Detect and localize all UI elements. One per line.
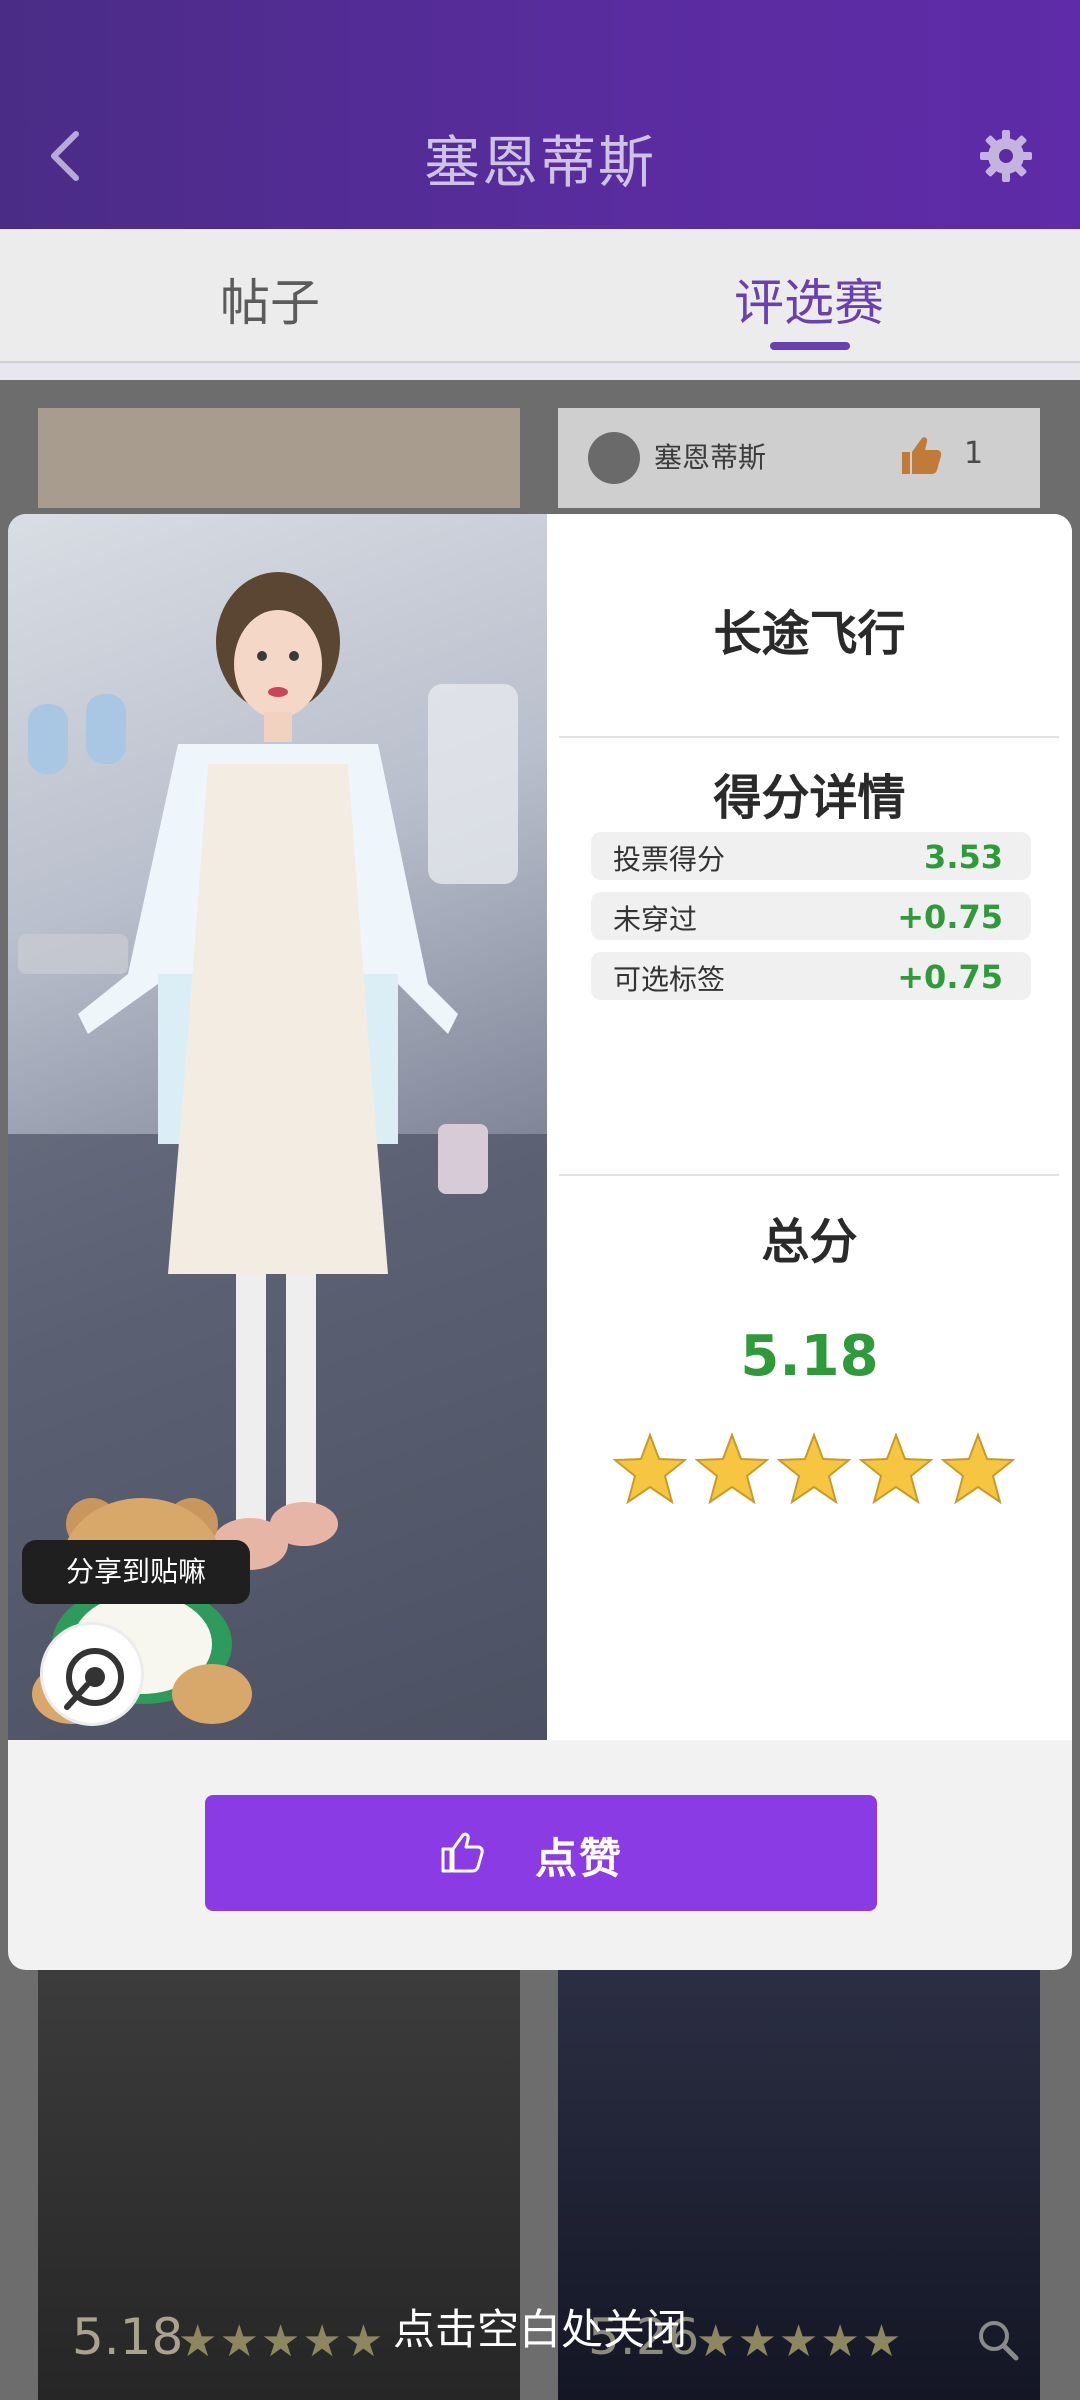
score-row-value: +0.75 xyxy=(897,898,1003,936)
thumbs-up-icon xyxy=(441,1832,484,1873)
score-detail-heading: 得分详情 xyxy=(713,770,906,826)
score-row-unworn: 未穿过 +0.75 xyxy=(591,892,1031,940)
score-detail-dialog: 分享到贴嘛 长途飞行 得分详情 投票得分 3.53 未穿过 +0.75 可选标签… xyxy=(8,514,1072,1970)
like-button-label: 点赞 xyxy=(535,1834,624,1883)
star-icon xyxy=(859,1432,933,1505)
total-score-heading: 总分 xyxy=(761,1214,858,1270)
star-icon xyxy=(777,1432,851,1505)
tab-bar: 帖子 评选赛 xyxy=(0,229,1080,363)
avatar xyxy=(588,432,640,484)
card-username: 塞恩蒂斯 xyxy=(654,441,767,474)
like-count: 1 xyxy=(964,436,984,471)
star-icon xyxy=(613,1432,687,1505)
close-hint: 点击空白处关闭 xyxy=(392,2305,687,2354)
outfit-image: 分享到贴嘛 xyxy=(8,514,547,1740)
score-row-value: +0.75 xyxy=(897,958,1003,996)
score-row-optional-tags: 可选标签 +0.75 xyxy=(591,952,1031,1000)
thumbs-up-icon[interactable] xyxy=(896,432,944,480)
share-button[interactable] xyxy=(40,1622,144,1726)
score-row-votes: 投票得分 3.53 xyxy=(591,832,1031,880)
divider xyxy=(559,1174,1059,1176)
top-bar: 塞恩蒂斯 xyxy=(0,0,1080,229)
star-icon xyxy=(941,1432,1015,1505)
gear-icon[interactable] xyxy=(978,128,1034,184)
tab-active-indicator xyxy=(770,342,850,350)
tab-posts[interactable]: 帖子 xyxy=(220,263,320,335)
tab-contest[interactable]: 评选赛 xyxy=(734,263,884,335)
entry-card-right[interactable]: 塞恩蒂斯 1 xyxy=(558,408,1040,508)
entry-card-left[interactable] xyxy=(38,408,520,508)
total-score-value: 5.18 xyxy=(740,1324,879,1389)
star-icon xyxy=(695,1432,769,1505)
share-icon xyxy=(64,1648,124,1710)
score-row-label: 投票得分 xyxy=(613,843,726,876)
like-button[interactable]: 点赞 xyxy=(205,1795,877,1911)
score-row-label: 可选标签 xyxy=(613,963,726,996)
star-rating xyxy=(613,1432,1023,1508)
page-title: 塞恩蒂斯 xyxy=(424,131,656,196)
share-label[interactable]: 分享到贴嘛 xyxy=(22,1540,250,1604)
score-row-label: 未穿过 xyxy=(613,903,698,936)
app-screen: 塞恩蒂斯 帖子 评选赛 塞恩蒂斯 1 5.18 ★★★★★ 5.26 ★★★★★… xyxy=(0,0,1080,2400)
score-row-value: 3.53 xyxy=(924,838,1003,876)
look-title: 长途飞行 xyxy=(713,606,906,662)
score-panel: 长途飞行 得分详情 投票得分 3.53 未穿过 +0.75 可选标签 +0.75… xyxy=(547,514,1072,1740)
divider xyxy=(559,736,1059,738)
